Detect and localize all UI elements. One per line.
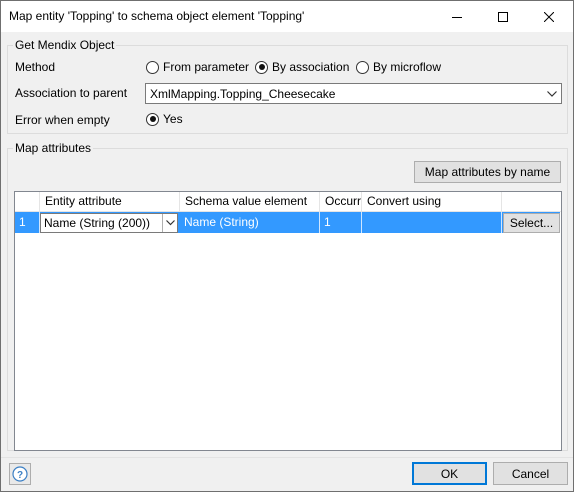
radio-circle [356,60,369,74]
radio-label: By association [272,60,350,74]
column-header-schema-value[interactable]: Schema value element [180,192,320,212]
footer-divider [1,457,573,458]
association-value: XmlMapping.Topping_Cheesecake [150,86,336,101]
schema-value-cell: Name (String) [180,212,320,233]
close-button[interactable] [526,1,572,32]
radio-from-parameter[interactable]: From parameter [146,60,249,74]
close-icon [544,11,554,22]
attributes-grid: Entity attribute Schema value element Oc… [14,191,562,451]
radio-by-association[interactable]: By association [255,60,349,74]
maximize-icon [498,11,508,22]
convert-using-cell [362,212,502,233]
select-button[interactable]: Select... [503,213,560,233]
cancel-button[interactable]: Cancel [493,462,568,485]
column-header-action [502,192,561,212]
maximize-button[interactable] [480,1,526,32]
chevron-down-icon [545,86,559,101]
radio-circle [146,60,159,74]
entity-attribute-value: Name (String (200)) [44,216,151,230]
table-row[interactable]: 1 Name (String (200)) Name (String) 1 Se… [15,212,560,233]
occurrence-cell: 1 [320,212,362,233]
minimize-icon [452,16,462,18]
get-object-group-label: Get Mendix Object [13,38,117,52]
error-label: Error when empty [15,113,110,127]
radio-error-yes[interactable]: Yes [146,112,183,126]
method-label: Method [15,60,56,74]
radio-label: Yes [163,112,183,126]
radio-label: From parameter [163,60,250,74]
column-header-index [15,192,40,212]
chevron-down-icon [162,214,177,232]
window-title: Map entity 'Topping' to schema object el… [9,9,305,23]
svg-text:?: ? [17,470,23,481]
dialog-window: Map entity 'Topping' to schema object el… [0,0,574,492]
ok-button[interactable]: OK [412,462,487,485]
minimize-button[interactable] [434,1,480,32]
association-label: Association to parent [15,86,128,100]
map-attributes-group-label: Map attributes [13,141,94,155]
help-button[interactable]: ? [9,463,31,485]
radio-by-microflow[interactable]: By microflow [356,60,441,74]
row-index: 1 [15,212,40,233]
map-attributes-by-name-button[interactable]: Map attributes by name [414,161,561,183]
association-dropdown[interactable]: XmlMapping.Topping_Cheesecake [145,83,562,104]
column-header-occurrence[interactable]: Occurrence [320,192,362,212]
title-bar: Map entity 'Topping' to schema object el… [1,1,573,32]
column-header-entity-attribute[interactable]: Entity attribute [40,192,180,212]
radio-label: By microflow [373,60,442,74]
radio-circle-checked [255,60,268,74]
radio-circle-checked [146,112,159,126]
column-header-convert-using[interactable]: Convert using [362,192,502,212]
entity-attribute-dropdown[interactable]: Name (String (200)) [40,213,178,233]
help-icon: ? [12,466,28,482]
